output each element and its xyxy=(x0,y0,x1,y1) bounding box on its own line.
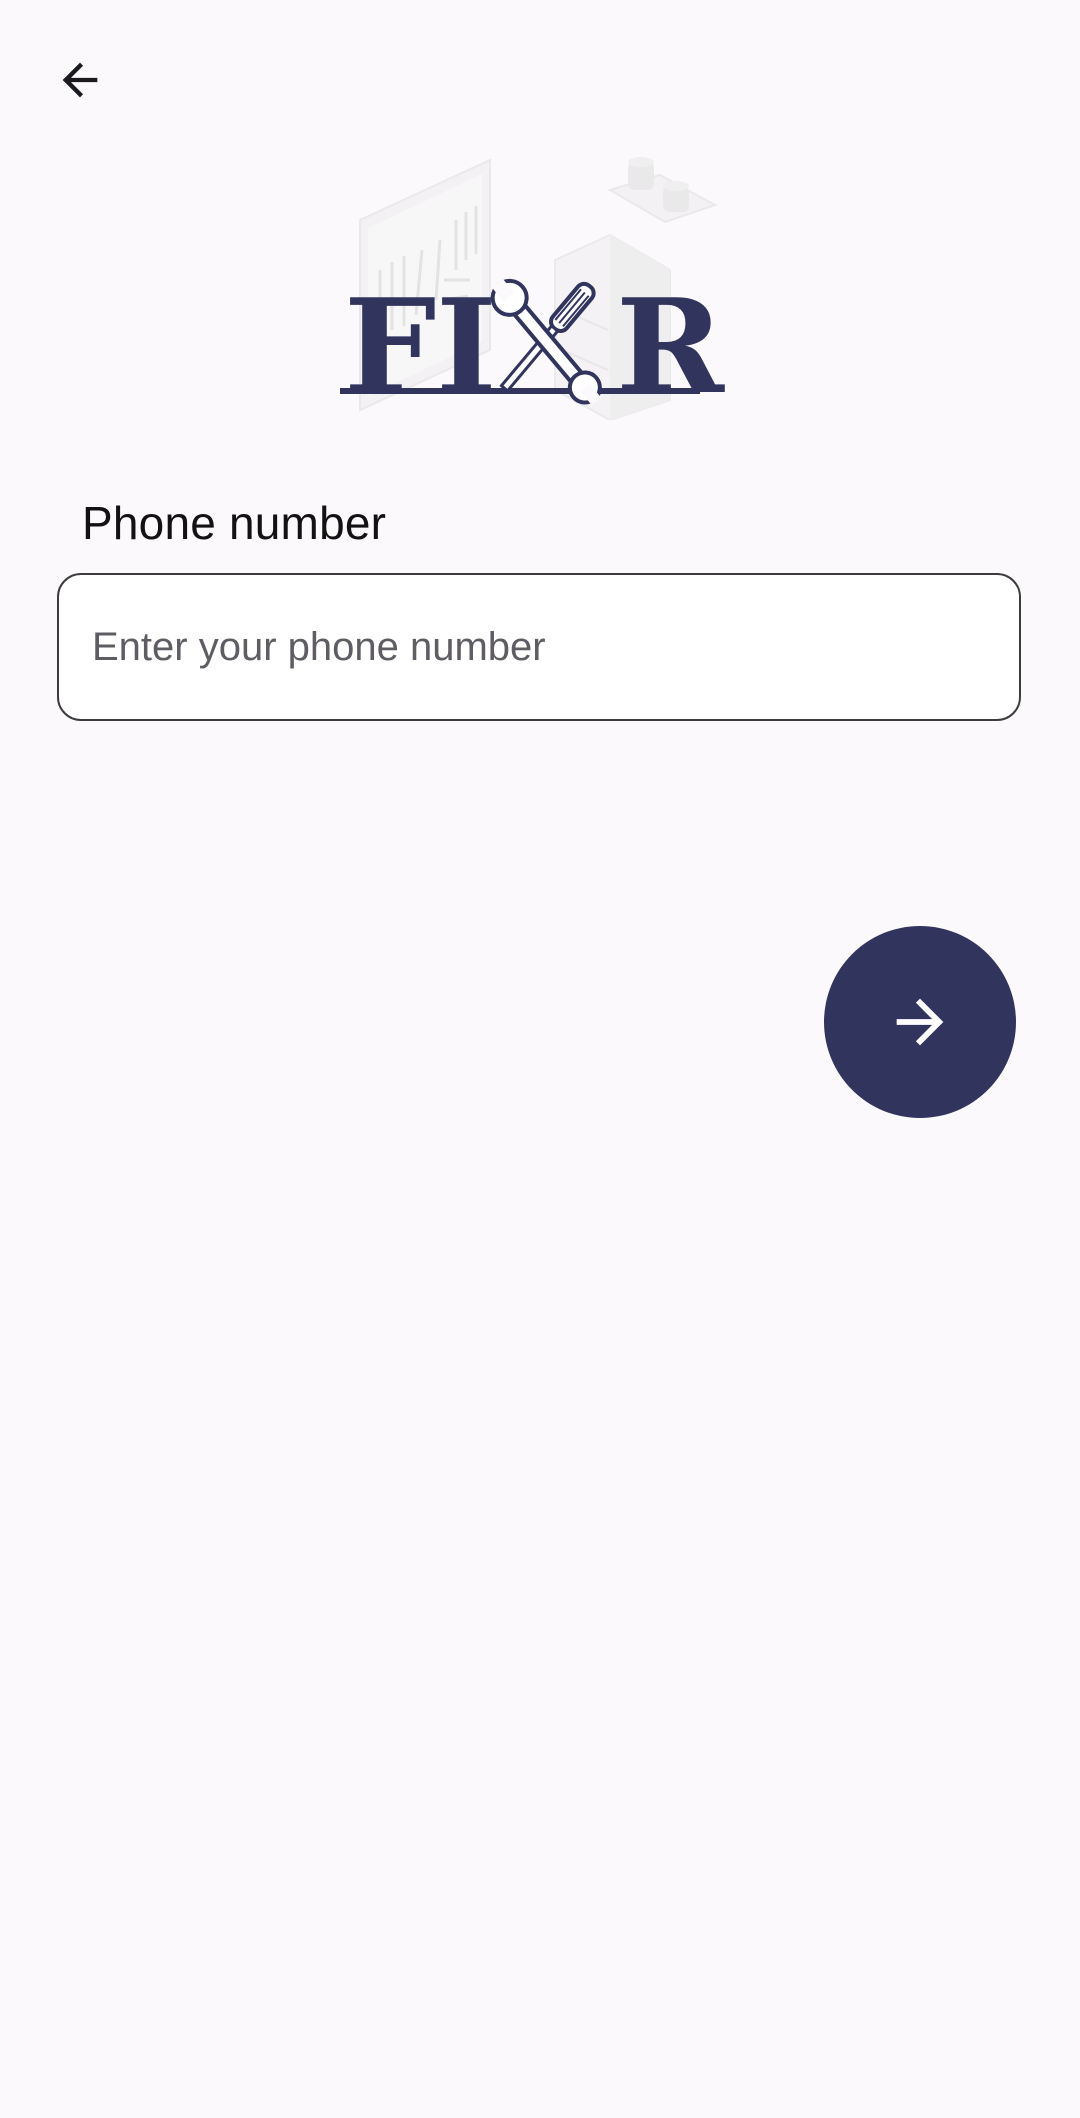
logo-letter-i: I xyxy=(436,270,497,420)
arrow-left-icon xyxy=(62,62,98,98)
next-button[interactable] xyxy=(824,926,1016,1118)
arrow-right-icon xyxy=(896,998,944,1046)
logo-letter-r: R xyxy=(616,270,725,420)
back-button[interactable] xyxy=(40,40,120,120)
fixr-logo: F I R xyxy=(340,157,725,420)
phone-input-container[interactable] xyxy=(57,573,1021,721)
logo-letter-f: F xyxy=(344,270,436,420)
phone-number-input[interactable] xyxy=(59,575,1019,719)
phone-entry-screen: F I R Phone number xyxy=(0,0,1080,2118)
phone-number-label: Phone number xyxy=(82,497,387,549)
